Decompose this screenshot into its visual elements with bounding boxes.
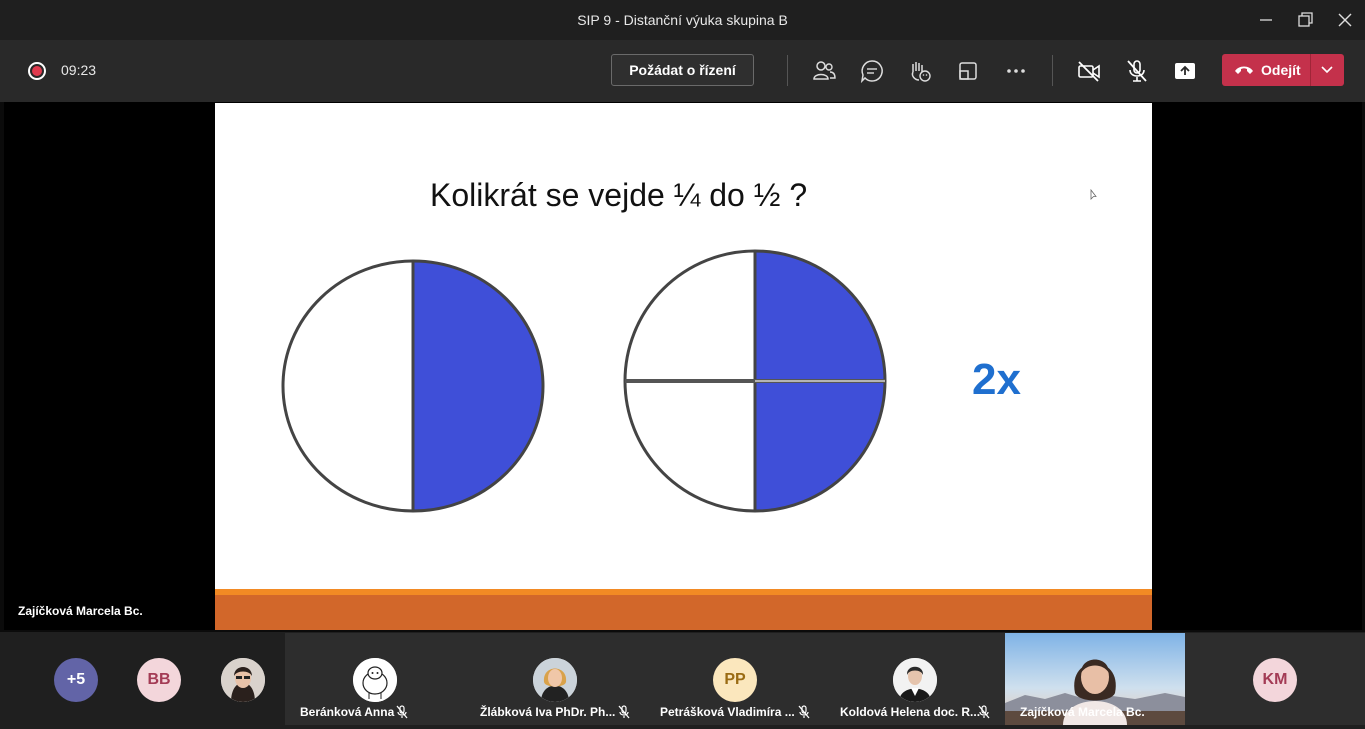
participant-tile[interactable]: Koldová Helena doc. R... [825, 633, 1005, 725]
half-fill [413, 261, 543, 511]
leave-button[interactable]: Odejít [1222, 54, 1344, 86]
slide-footer-band [215, 595, 1152, 630]
quarter-circle-diagram [623, 249, 887, 513]
meeting-timer: 09:23 [61, 62, 97, 78]
person-photo-icon [893, 658, 937, 702]
chat-icon[interactable] [859, 58, 885, 84]
quarter-fill-top [755, 251, 885, 381]
participant-name: Zajíčková Marcela Bc. [1020, 705, 1145, 719]
leave-button-label: Odejít [1261, 62, 1301, 78]
avatar-photo[interactable] [221, 658, 265, 702]
half-circle-diagram [281, 259, 545, 513]
request-control-button[interactable]: Požádat o řízení [611, 54, 754, 86]
camera-off-icon[interactable] [1076, 58, 1102, 84]
mouse-cursor-icon [1090, 189, 1097, 200]
microphone-muted-icon [798, 705, 810, 719]
chevron-down-icon[interactable] [1320, 64, 1334, 76]
title-bar: SIP 9 - Distanční výuka skupina B [0, 0, 1365, 40]
participant-name: Petrášková Vladimíra ... [660, 705, 795, 719]
microphone-muted-icon[interactable] [1124, 58, 1150, 84]
recording-icon [28, 62, 46, 80]
toolbar-divider [787, 55, 788, 86]
quarter-fill-bottom [755, 381, 885, 511]
reactions-icon[interactable] [907, 58, 933, 84]
participant-tile[interactable]: Žlábková Iva PhDr. Ph... [465, 633, 645, 725]
participant-tile[interactable]: PP Petrášková Vladimíra ... [645, 633, 825, 725]
person-photo-icon [221, 658, 265, 702]
window-title: SIP 9 - Distanční výuka skupina B [577, 12, 788, 28]
participant-tile[interactable]: Beránková Anna [285, 633, 465, 725]
sheep-avatar [353, 658, 397, 702]
active-speaker-label: Zajíčková Marcela Bc. [18, 604, 143, 618]
participants-icon[interactable] [811, 58, 837, 84]
microphone-muted-icon [396, 705, 408, 719]
share-screen-icon[interactable] [1172, 58, 1198, 84]
microphone-muted-icon [618, 705, 630, 719]
avatar-bb[interactable]: BB [137, 658, 181, 702]
avatar-pp: PP [713, 658, 757, 702]
more-participants-badge[interactable]: +5 [54, 658, 98, 702]
participant-name: Žlábková Iva PhDr. Ph... [480, 705, 616, 719]
leave-split-divider [1310, 54, 1311, 86]
slide-answer: 2x [972, 355, 1021, 404]
avatar-photo [893, 658, 937, 702]
restore-icon[interactable] [1294, 10, 1316, 30]
more-options-icon[interactable] [1003, 58, 1029, 84]
minimize-icon[interactable] [1255, 10, 1277, 30]
fraction-circles [281, 249, 887, 513]
participant-video-tile[interactable]: Zajíčková Marcela Bc. [1005, 633, 1185, 725]
person-photo-icon [533, 658, 577, 702]
avatar-km: KM [1253, 658, 1297, 702]
sheep-icon [353, 658, 397, 702]
toolbar-divider [1052, 55, 1053, 86]
participant-name: Koldová Helena doc. R... [840, 705, 981, 719]
participant-name: Beránková Anna [300, 705, 395, 719]
participant-tile[interactable]: KM [1185, 633, 1365, 725]
close-icon[interactable] [1334, 10, 1356, 30]
hang-up-icon [1235, 66, 1253, 74]
microphone-muted-icon [978, 705, 990, 719]
presentation-slide: Kolikrát se vejde ¼ do ½ ? 2x [215, 103, 1152, 630]
rooms-icon[interactable] [955, 58, 981, 84]
avatar-photo [533, 658, 577, 702]
